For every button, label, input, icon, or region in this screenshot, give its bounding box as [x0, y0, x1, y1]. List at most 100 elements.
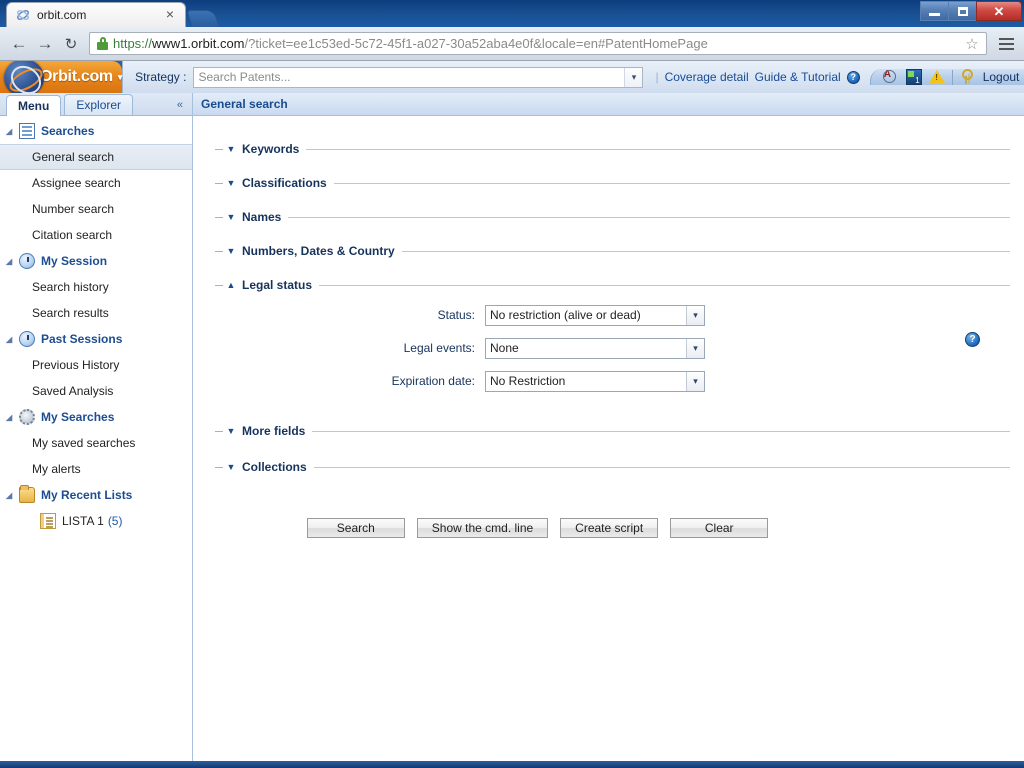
- key-icon[interactable]: [960, 69, 976, 85]
- chevron-down-icon[interactable]: ▼: [223, 426, 239, 436]
- chevron-down-icon[interactable]: ▾: [624, 67, 643, 87]
- expand-twisty-icon[interactable]: ◢: [6, 335, 18, 344]
- search-input[interactable]: [194, 67, 625, 87]
- section-legal-status[interactable]: ▲ Legal status: [215, 276, 1010, 294]
- sidebar-item-my-alerts[interactable]: My alerts: [0, 456, 192, 482]
- sidebar-item-previous-history[interactable]: Previous History: [0, 352, 192, 378]
- chevron-down-icon[interactable]: ▾: [686, 338, 704, 358]
- chevron-down-icon[interactable]: ▾: [118, 72, 123, 83]
- collapse-sidebar-icon[interactable]: «: [177, 99, 183, 111]
- close-window-button[interactable]: ✕: [976, 1, 1022, 21]
- create-script-button[interactable]: Create script: [560, 518, 659, 538]
- section-keywords[interactable]: ▼ Keywords: [215, 140, 1010, 158]
- divider: [333, 182, 1010, 184]
- chevron-down-icon[interactable]: ▾: [686, 305, 704, 325]
- clear-button[interactable]: Clear: [670, 518, 769, 538]
- section-collections[interactable]: ▼ Collections: [215, 458, 1010, 476]
- show-cmd-line-button[interactable]: Show the cmd. line: [416, 518, 549, 538]
- expand-twisty-icon[interactable]: ◢: [6, 127, 18, 136]
- section-label: Names: [242, 210, 282, 224]
- tab-menu[interactable]: Menu: [6, 95, 62, 116]
- search-button[interactable]: Search: [306, 518, 405, 538]
- sidebar-item-lista-1[interactable]: LISTA 1 (5): [0, 508, 192, 534]
- divider: [951, 69, 953, 85]
- divider: [306, 148, 1010, 150]
- expand-twisty-icon[interactable]: ◢: [6, 257, 18, 266]
- sidebar-group-label: My Searches: [41, 410, 115, 424]
- address-bar[interactable]: https://www1.orbit.com/?ticket=ee1c53ed-…: [89, 32, 987, 55]
- sidebar-item-label: Saved Analysis: [32, 384, 114, 398]
- forward-icon[interactable]: →: [32, 31, 58, 57]
- chevron-down-icon[interactable]: ▼: [223, 212, 239, 222]
- bookmark-star-icon[interactable]: ☆: [962, 35, 982, 53]
- os-taskbar: [0, 761, 1024, 768]
- alert-warning-icon[interactable]: [928, 69, 945, 85]
- sidebar-item-number-search[interactable]: Number search: [0, 196, 192, 222]
- section-label: More fields: [242, 424, 306, 438]
- section-classifications[interactable]: ▼ Classifications: [215, 174, 1010, 192]
- new-tab-button[interactable]: [186, 10, 220, 27]
- chevron-down-icon[interactable]: ▼: [223, 246, 239, 256]
- sidebar-item-assignee-search[interactable]: Assignee search: [0, 170, 192, 196]
- sidebar-item-general-search[interactable]: General search: [0, 144, 192, 170]
- status-select[interactable]: No restriction (alive or dead) ▾: [485, 304, 705, 326]
- folder-icon: [19, 485, 35, 503]
- legal-status-panel: ? Status: No restriction (alive or dead)…: [215, 304, 1010, 392]
- font-search-icon[interactable]: [882, 69, 899, 85]
- section-more-fields[interactable]: ▼ More fields: [215, 422, 1010, 440]
- sidebar-item-citation-search[interactable]: Citation search: [0, 222, 192, 248]
- coverage-detail-link[interactable]: Coverage detail: [665, 70, 749, 84]
- search-form: ▼ Keywords ▼ Classifications ▼ Names ▼ N…: [193, 116, 1024, 538]
- reload-icon[interactable]: ↻: [58, 31, 84, 57]
- chevron-down-icon[interactable]: ▼: [223, 178, 239, 188]
- app-body: Menu Explorer « ◢ Searches General searc…: [0, 93, 1024, 761]
- browser-tab[interactable]: orbit.com ×: [6, 2, 186, 27]
- strategy-search-box[interactable]: ▾: [193, 66, 644, 88]
- expiration-date-select[interactable]: No Restriction ▾: [485, 370, 705, 392]
- sidebar-item-search-history[interactable]: Search history: [0, 274, 192, 300]
- minimize-button[interactable]: [920, 1, 949, 21]
- legal-events-select[interactable]: None ▾: [485, 337, 705, 359]
- gear-icon: [19, 409, 35, 425]
- url-host: www1.orbit.com: [152, 36, 245, 51]
- browser-menu-icon[interactable]: [994, 31, 1018, 57]
- sidebar-group-searches[interactable]: ◢ Searches: [0, 118, 192, 144]
- sidebar: Menu Explorer « ◢ Searches General searc…: [0, 93, 193, 761]
- tab-explorer[interactable]: Explorer: [64, 94, 134, 115]
- chevron-up-icon[interactable]: ▲: [223, 280, 239, 290]
- sidebar-item-label: My saved searches: [32, 436, 136, 450]
- sidebar-item-label: My alerts: [32, 462, 81, 476]
- expand-twisty-icon[interactable]: ◢: [6, 491, 18, 500]
- expiration-date-select-value: No Restriction: [490, 374, 566, 388]
- chevron-down-icon[interactable]: ▼: [223, 144, 239, 154]
- sidebar-item-saved-analysis[interactable]: Saved Analysis: [0, 378, 192, 404]
- sidebar-item-my-saved-searches[interactable]: My saved searches: [0, 430, 192, 456]
- sidebar-group-past-sessions[interactable]: ◢ Past Sessions: [0, 326, 192, 352]
- help-icon[interactable]: ?: [846, 70, 860, 84]
- field-row-status: Status: No restriction (alive or dead) ▾: [215, 304, 1010, 326]
- divider: [215, 250, 223, 252]
- logout-button[interactable]: Logout: [983, 70, 1020, 84]
- maximize-restore-button[interactable]: [948, 1, 977, 21]
- sidebar-item-label: Search history: [32, 280, 109, 294]
- close-icon[interactable]: ×: [163, 7, 177, 22]
- sidebar-group-my-session[interactable]: ◢ My Session: [0, 248, 192, 274]
- section-label: Numbers, Dates & Country: [242, 244, 395, 258]
- sidebar-item-search-results[interactable]: Search results: [0, 300, 192, 326]
- brand-logo[interactable]: Orbit.com ▾: [0, 61, 123, 97]
- section-names[interactable]: ▼ Names: [215, 208, 1010, 226]
- expiration-date-label: Expiration date:: [391, 374, 475, 388]
- chevron-down-icon[interactable]: ▼: [223, 462, 239, 472]
- sidebar-item-label: General search: [32, 150, 115, 164]
- legal-status-help-icon[interactable]: ?: [965, 332, 980, 347]
- chevron-down-icon[interactable]: ▾: [686, 371, 704, 391]
- section-numbers-dates-country[interactable]: ▼ Numbers, Dates & Country: [215, 242, 1010, 260]
- expand-twisty-icon[interactable]: ◢: [6, 413, 18, 422]
- translate-icon[interactable]: [905, 69, 922, 85]
- sidebar-group-my-searches[interactable]: ◢ My Searches: [0, 404, 192, 430]
- sidebar-group-my-recent-lists[interactable]: ◢ My Recent Lists: [0, 482, 192, 508]
- back-icon[interactable]: ←: [6, 31, 32, 57]
- sidebar-item-label: Assignee search: [32, 176, 121, 190]
- guide-tutorial-link[interactable]: Guide & Tutorial: [755, 70, 841, 84]
- sidebar-tabs: Menu Explorer «: [0, 93, 192, 116]
